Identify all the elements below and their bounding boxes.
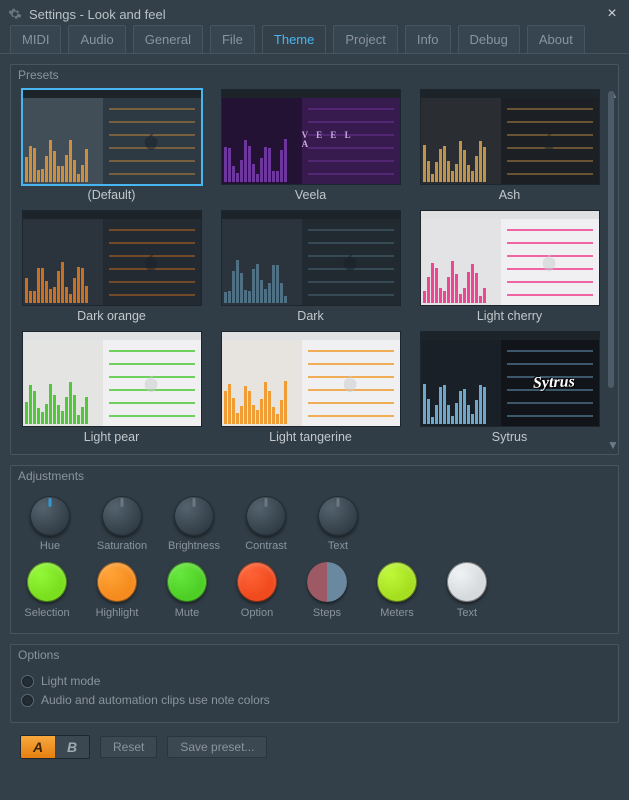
preset-dark-orange[interactable]: Dark orange — [17, 210, 206, 323]
preset-label: Dark — [297, 309, 323, 323]
presets-group: Presets (Default) V E E L AVeela Ash Dark o… — [10, 64, 619, 455]
tab-about[interactable]: About — [527, 25, 585, 53]
preset-label: Light pear — [84, 430, 140, 444]
swatch-label: Selection — [24, 607, 69, 619]
preset-label: Veela — [295, 188, 326, 202]
scroll-down-icon[interactable]: ▼ — [607, 438, 615, 448]
options-body: Light mode Audio and automation clips use… — [11, 665, 618, 722]
preset-grid: (Default) V E E L AVeela Ash Dark orange Dar… — [17, 89, 604, 444]
titlebar: Settings - Look and feel × — [0, 0, 629, 25]
option-label: Light mode — [41, 674, 100, 688]
knob-row: Hue Saturation Brightness Contrast Text — [23, 496, 610, 552]
tab-project[interactable]: Project — [333, 25, 397, 53]
adjustments-group: Adjustments Hue Saturation Brightness Contr… — [10, 465, 619, 634]
tab-debug[interactable]: Debug — [458, 25, 520, 53]
close-icon[interactable]: × — [603, 5, 621, 23]
preset-dark[interactable]: Dark — [216, 210, 405, 323]
knob-label: Contrast — [245, 540, 287, 552]
tab-file[interactable]: File — [210, 25, 255, 53]
tab-info[interactable]: Info — [405, 25, 451, 53]
settings-window: Settings - Look and feel × MIDIAudio Gene… — [0, 0, 629, 800]
brightness-knob[interactable] — [174, 496, 214, 536]
text-knob[interactable] — [318, 496, 358, 536]
preset-light-tangerine[interactable]: Light tangerine — [216, 331, 405, 444]
footer: A B Reset Save preset... — [10, 733, 619, 769]
options-group: Options Light mode Audio and automation c… — [10, 644, 619, 723]
scroll-thumb[interactable] — [608, 91, 614, 388]
reset-button[interactable]: Reset — [100, 736, 157, 758]
knob-label: Brightness — [168, 540, 220, 552]
preset--default-[interactable]: (Default) — [17, 89, 206, 202]
option-color-swatch[interactable] — [237, 562, 277, 602]
save-preset-button[interactable]: Save preset... — [167, 736, 267, 758]
gear-icon — [8, 7, 22, 21]
hue-knob[interactable] — [30, 496, 70, 536]
meters-color-swatch[interactable] — [377, 562, 417, 602]
option-audio-and-automation-clips-use-note-colors[interactable]: Audio and automation clips use note colo… — [21, 693, 608, 707]
radio-icon[interactable] — [21, 675, 34, 688]
text-color-swatch[interactable] — [447, 562, 487, 602]
contrast-knob[interactable] — [246, 496, 286, 536]
swatch-label: Steps — [313, 607, 341, 619]
adjustments-title: Adjustments — [11, 466, 618, 486]
knob-label: Saturation — [97, 540, 147, 552]
ab-a-button[interactable]: A — [21, 736, 55, 758]
preset-label: Dark orange — [77, 309, 146, 323]
radio-icon[interactable] — [21, 694, 34, 707]
knob-label: Hue — [40, 540, 60, 552]
highlight-color-swatch[interactable] — [97, 562, 137, 602]
option-label: Audio and automation clips use note colo… — [41, 693, 270, 707]
swatch-label: Mute — [175, 607, 199, 619]
swatch-row: Selection Highlight Mute Option Steps Meters T… — [19, 562, 610, 619]
preset-label: Ash — [499, 188, 521, 202]
tab-general[interactable]: General — [133, 25, 203, 53]
selection-color-swatch[interactable] — [27, 562, 67, 602]
window-title: Settings - Look and feel — [29, 7, 603, 22]
preset-light-pear[interactable]: Light pear — [17, 331, 206, 444]
preset-label: Sytrus — [492, 430, 527, 444]
presets-title: Presets — [11, 65, 618, 85]
preset-light-cherry[interactable]: Light cherry — [415, 210, 604, 323]
preset-label: Light cherry — [477, 309, 542, 323]
options-title: Options — [11, 645, 618, 665]
mute-color-swatch[interactable] — [167, 562, 207, 602]
preset-label: (Default) — [88, 188, 136, 202]
swatch-label: Text — [457, 607, 477, 619]
steps-color-swatch[interactable] — [307, 562, 347, 602]
preset-sytrus[interactable]: SytrusSytrus — [415, 331, 604, 444]
swatch-label: Meters — [380, 607, 414, 619]
tab-audio[interactable]: Audio — [68, 25, 125, 53]
saturation-knob[interactable] — [102, 496, 142, 536]
tab-row: MIDIAudio GeneralFileThemeProject InfoDebu… — [0, 25, 629, 54]
ab-b-button[interactable]: B — [55, 736, 89, 758]
knob-label: Text — [328, 540, 348, 552]
swatch-label: Option — [241, 607, 273, 619]
preset-scrollbar[interactable]: ▲ ▼ — [608, 91, 614, 444]
tab-midi[interactable]: MIDI — [10, 25, 61, 53]
preset-ash[interactable]: Ash — [415, 89, 604, 202]
preset-veela[interactable]: V E E L AVeela — [216, 89, 405, 202]
ab-compare: A B — [20, 735, 90, 759]
preset-label: Light tangerine — [269, 430, 352, 444]
swatch-label: Highlight — [96, 607, 139, 619]
tab-theme[interactable]: Theme — [262, 25, 326, 53]
option-light-mode[interactable]: Light mode — [21, 674, 608, 688]
